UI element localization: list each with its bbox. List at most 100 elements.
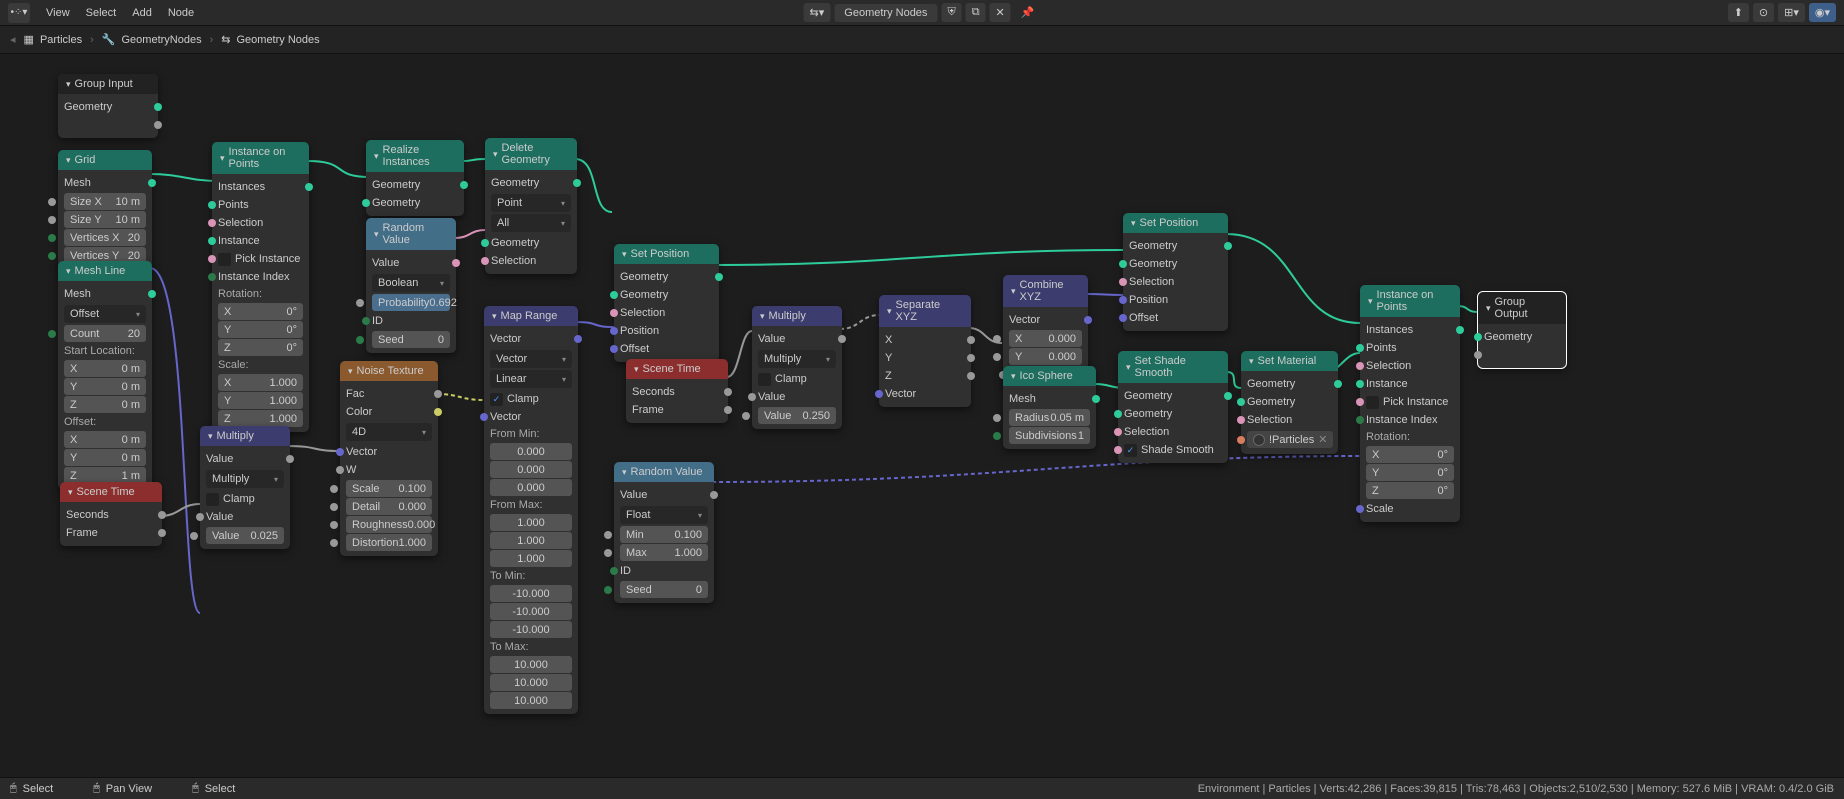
field-to-min-x[interactable]: -10.000 (490, 585, 572, 602)
socket-mesh[interactable] (148, 290, 156, 298)
socket-geo-out[interactable] (715, 273, 723, 281)
node-canvas[interactable]: Group Input Geometry Grid Mesh Size X10 … (0, 54, 1844, 777)
node-group-output[interactable]: Group Output Geometry (1478, 292, 1566, 368)
socket-mesh[interactable] (148, 179, 156, 187)
field-rot-y[interactable]: Y0° (1366, 464, 1454, 481)
socket-id[interactable] (362, 317, 370, 325)
socket-offset[interactable] (610, 345, 618, 353)
node-noise-texture[interactable]: Noise Texture Fac Color 4D Vector W Scal… (340, 361, 438, 556)
node-set-position-1[interactable]: Set Position Geometry Geometry Selection… (614, 244, 719, 362)
dropdown-mode[interactable]: Offset (64, 305, 146, 323)
menu-node[interactable]: Node (160, 3, 202, 23)
node-header[interactable]: Set Position (614, 244, 719, 264)
field-to-min-y[interactable]: -10.000 (490, 603, 572, 620)
socket-geo-in[interactable] (362, 199, 370, 207)
node-header[interactable]: Instance on Points (1360, 285, 1460, 317)
socket-pick[interactable] (1356, 398, 1364, 406)
menu-select[interactable]: Select (78, 3, 125, 23)
socket-geometry[interactable] (154, 103, 162, 111)
field-y[interactable]: Y0.000 (1009, 348, 1082, 365)
field-to-max-y[interactable]: 10.000 (490, 674, 572, 691)
field-rot-x[interactable]: X0° (1366, 446, 1454, 463)
socket-position[interactable] (1119, 296, 1127, 304)
dropdown-interp[interactable]: Linear (490, 370, 572, 388)
node-header[interactable]: Separate XYZ (879, 295, 971, 327)
dropdown-domain[interactable]: Point (491, 194, 571, 212)
socket-value-in[interactable] (196, 513, 204, 521)
field-seed[interactable]: Seed0 (372, 331, 450, 348)
checkbox-smooth[interactable] (1124, 444, 1137, 457)
pin-icon[interactable]: 📌 (1015, 3, 1041, 22)
node-header[interactable]: Set Shade Smooth (1118, 351, 1228, 383)
socket-mesh[interactable] (1092, 395, 1100, 403)
node-header[interactable]: Group Output (1478, 292, 1566, 324)
editor-type-icon[interactable]: •⁘▾ (8, 3, 30, 23)
field-max[interactable]: Max1.000 (620, 544, 708, 561)
field-start-x[interactable]: X0 m (64, 360, 146, 377)
field-min[interactable]: Min0.100 (620, 526, 708, 543)
socket-vector[interactable] (875, 390, 883, 398)
node-header[interactable]: Multiply (200, 426, 290, 446)
socket-vector[interactable] (336, 448, 344, 456)
socket-extend[interactable] (154, 121, 162, 129)
node-header[interactable]: Combine XYZ (1003, 275, 1088, 307)
field-to-max-x[interactable]: 10.000 (490, 656, 572, 673)
crumb-nodegroup[interactable]: ⇆Geometry Nodes (221, 33, 319, 46)
node-random-value-2[interactable]: Random Value Value Float Min0.100 Max1.0… (614, 462, 714, 603)
node-instance-on-points-2[interactable]: Instance on Points Instances Points Sele… (1360, 285, 1460, 522)
field-scale[interactable]: Scale0.100 (346, 480, 432, 497)
node-delete-geometry[interactable]: Delete Geometry Geometry Point All Geome… (485, 138, 577, 274)
field-offset-y[interactable]: Y0 m (64, 449, 146, 466)
menu-add[interactable]: Add (124, 3, 160, 23)
field-value[interactable]: Value0.025 (206, 527, 284, 544)
checkbox-clamp[interactable] (206, 493, 219, 506)
field-from-min-y[interactable]: 0.000 (490, 461, 572, 478)
field-scale-x[interactable]: X1.000 (218, 374, 303, 391)
field-distortion[interactable]: Distortion1.000 (346, 534, 432, 551)
field-offset-x[interactable]: X0 m (64, 431, 146, 448)
socket-selection[interactable] (208, 219, 216, 227)
node-set-shade-smooth[interactable]: Set Shade Smooth Geometry Geometry Selec… (1118, 351, 1228, 463)
socket-instance[interactable] (208, 237, 216, 245)
parent-nodetree-icon[interactable]: ⬆ (1728, 3, 1749, 22)
nodegroup-name[interactable]: Geometry Nodes (834, 4, 937, 22)
socket-geo-in[interactable] (481, 239, 489, 247)
socket-fac[interactable] (434, 390, 442, 398)
node-header[interactable]: Mesh Line (58, 261, 152, 281)
checkbox-clamp[interactable] (758, 373, 771, 386)
field-scale-y[interactable]: Y1.000 (218, 392, 303, 409)
node-header[interactable]: Set Position (1123, 213, 1228, 233)
node-scene-time-1[interactable]: Scene Time Seconds Frame (60, 482, 162, 546)
socket-geo-out[interactable] (573, 179, 581, 187)
socket-selection[interactable] (1237, 416, 1245, 424)
dropdown-type[interactable]: Float (620, 506, 708, 524)
socket-instances[interactable] (305, 183, 313, 191)
field-seed[interactable]: Seed0 (620, 581, 708, 598)
node-grid[interactable]: Grid Mesh Size X10 m Size Y10 m Vertices… (58, 150, 152, 269)
socket-offset[interactable] (1119, 314, 1127, 322)
socket-geo-in[interactable] (1237, 398, 1245, 406)
field-from-min-z[interactable]: 0.000 (490, 479, 572, 496)
node-instance-on-points-1[interactable]: Instance on Points Instances Points Sele… (212, 142, 309, 432)
field-roughness[interactable]: Roughness0.000 (346, 516, 432, 533)
socket-points[interactable] (1356, 344, 1364, 352)
node-ico-sphere[interactable]: Ico Sphere Mesh Radius0.05 m Subdivision… (1003, 366, 1096, 449)
node-header[interactable]: Random Value (366, 218, 456, 250)
users-icon[interactable]: ⧉ (966, 3, 986, 22)
socket-points[interactable] (208, 201, 216, 209)
node-set-position-2[interactable]: Set Position Geometry Geometry Selection… (1123, 213, 1228, 331)
node-header[interactable]: Ico Sphere (1003, 366, 1096, 386)
checkbox-pick[interactable] (1366, 396, 1379, 409)
field-radius[interactable]: Radius0.05 m (1009, 409, 1090, 426)
socket-instance[interactable] (1356, 380, 1364, 388)
material-selector[interactable]: !Particles✕ (1247, 431, 1333, 448)
browse-nodegroup-icon[interactable]: ⇆▾ (804, 3, 831, 22)
overlay-icon[interactable]: ⊞▾ (1778, 3, 1805, 22)
socket-position[interactable] (610, 327, 618, 335)
gizmo-icon[interactable]: ◉▾ (1809, 3, 1836, 22)
checkbox-pick[interactable] (218, 253, 231, 266)
socket-value[interactable] (286, 455, 294, 463)
field-from-max-z[interactable]: 1.000 (490, 550, 572, 567)
socket-y[interactable] (967, 354, 975, 362)
dropdown-mode[interactable]: All (491, 214, 571, 232)
